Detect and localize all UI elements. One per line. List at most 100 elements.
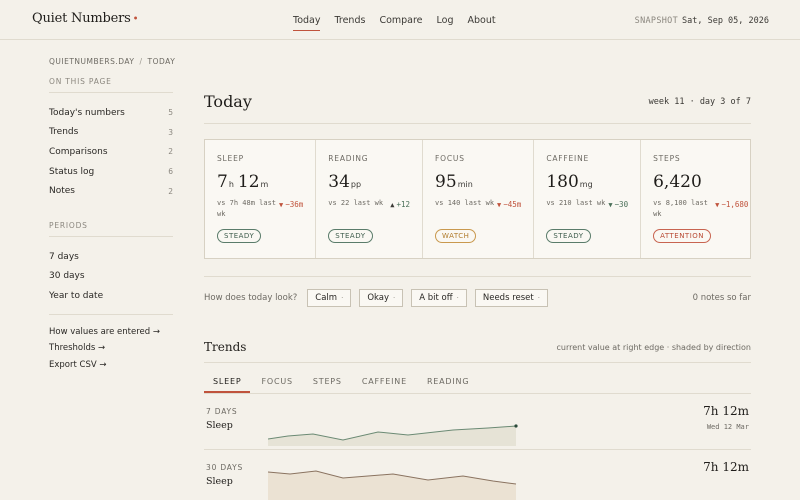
metric-value: 7h 12m <box>217 172 303 192</box>
sparkline-7-days <box>268 424 518 446</box>
trend-row-7-days: 7 DAYS Sleep 7h 12m Wed 12 Mar <box>204 394 751 450</box>
metric-label: FOCUS <box>435 154 465 163</box>
sidebar-item-count: 3 <box>168 127 173 137</box>
trends-title: Trends <box>204 340 247 354</box>
sparkline-endpoint <box>514 424 518 428</box>
arrow-down-icon: ▼ <box>608 201 613 209</box>
metric-delta: ▼ −36m <box>279 200 303 209</box>
period-year-to-date[interactable]: Year to date <box>49 286 173 306</box>
link-thresholds[interactable]: Thresholds → <box>49 343 173 360</box>
arrow-down-icon: ▼ <box>715 201 720 209</box>
sidebar-item-comparisons[interactable]: Comparisons 2 <box>49 142 173 162</box>
metric-card-focus[interactable]: FOCUS 95min vs 140 last wk ▼ −45m WATCH <box>423 140 535 258</box>
trend-date: Wed 12 Mar <box>706 423 749 431</box>
nav-about[interactable]: About <box>468 15 496 31</box>
tab-caffeine[interactable]: CAFFEINE <box>353 373 416 393</box>
tab-steps[interactable]: STEPS <box>304 373 351 393</box>
nav-compare[interactable]: Compare <box>379 15 422 31</box>
mood-dot: · <box>456 294 459 302</box>
period-30-days[interactable]: 30 days <box>49 267 173 287</box>
page-title: Today <box>204 92 252 111</box>
page-title-row: Today week 11 · day 3 of 7 <box>204 92 751 124</box>
metric-number: 12 <box>237 172 260 192</box>
tab-sleep[interactable]: SLEEP <box>204 373 251 393</box>
trend-period: 30 DAYS <box>206 463 244 472</box>
sidebar-links: How values are entered → Thresholds → Ex… <box>49 313 173 377</box>
metric-card-reading[interactable]: READING 34pp vs 22 last wk ▲ +12 STEADY <box>316 140 424 258</box>
metric-value: 34pp <box>328 172 410 192</box>
trend-current-value: 7h 12m <box>703 404 749 418</box>
link-how-values-entered[interactable]: How values are entered → <box>49 327 173 344</box>
sidebar-item-count: 5 <box>168 108 173 118</box>
metric-vs-last-week: vs 7h 48m last wk <box>217 199 277 218</box>
main-content: Today week 11 · day 3 of 7 SLEEP 7h 12m vs … <box>204 92 751 500</box>
metric-delta-value: −1,680 <box>721 200 749 209</box>
mood-dot: · <box>393 294 396 302</box>
nav-log[interactable]: Log <box>437 15 454 31</box>
tab-reading[interactable]: READING <box>418 373 478 393</box>
mood-okay-button[interactable]: Okay · <box>359 289 404 307</box>
metric-delta-value: +12 <box>396 200 411 209</box>
status-badge: WATCH <box>435 229 477 243</box>
brand-name: Quiet Numbers <box>32 11 131 26</box>
sidebar-item-trends[interactable]: Trends 3 <box>49 123 173 143</box>
tab-focus[interactable]: FOCUS <box>252 373 301 393</box>
sidebar-item-count: 6 <box>168 167 173 177</box>
mood-label: Needs reset <box>482 293 534 303</box>
metric-number: 180 <box>546 172 579 192</box>
metric-card-caffeine[interactable]: CAFFEINE 180mg vs 210 last wk ▼ −30 STEADY <box>534 140 642 258</box>
sidebar-item-todays-numbers[interactable]: Today's numbers 5 <box>49 103 173 123</box>
snapshot-label: SNAPSHOT <box>634 16 678 26</box>
trend-name: Sleep <box>206 420 233 431</box>
nav-today[interactable]: Today <box>293 15 321 31</box>
metric-value: 180mg <box>546 172 628 192</box>
sidebar-item-label: Status log <box>49 166 95 177</box>
snapshot-date: Sat, Sep 05, 2026 <box>682 16 769 26</box>
trend-tabs: SLEEP FOCUS STEPS CAFFEINE READING <box>204 373 751 394</box>
nav-trends[interactable]: Trends <box>334 15 365 31</box>
metric-comparison: vs 8,100 last wk ▼ −1,680 <box>653 198 748 220</box>
period-7-days[interactable]: 7 days <box>49 247 173 267</box>
sidebar-item-label: Trends <box>49 127 79 138</box>
mood-bit-off-button[interactable]: A bit off · <box>411 289 467 307</box>
status-badge: STEADY <box>328 229 373 243</box>
metric-comparison: vs 7h 48m last wk ▼ −36m <box>217 198 303 220</box>
breadcrumb-site[interactable]: QUIETNUMBERS.DAY <box>49 57 135 66</box>
sidebar-item-count: 2 <box>168 147 173 157</box>
brand-logo[interactable]: Quiet Numbers • <box>32 11 139 26</box>
metric-comparison: vs 22 last wk ▲ +12 <box>328 198 410 220</box>
trends-note: current value at right edge · shaded by … <box>556 342 751 352</box>
metric-number: 6,420 <box>653 172 702 192</box>
mood-question: How does today look? <box>204 293 298 303</box>
sidebar: QUIETNUMBERS.DAY / TODAY ON THIS PAGE Toda… <box>49 57 176 377</box>
metric-label: SLEEP <box>217 154 244 163</box>
metric-delta-value: −36m <box>285 200 304 209</box>
link-export-csv[interactable]: Export CSV → <box>49 360 173 377</box>
trend-row-30-days: 30 DAYS Sleep 7h 12m <box>204 450 751 500</box>
on-this-page-heading: ON THIS PAGE <box>49 77 173 93</box>
top-bar: Quiet Numbers • Today Trends Compare Log … <box>0 0 800 40</box>
sparkline-30-days <box>268 470 517 500</box>
breadcrumb-current: TODAY <box>147 57 176 66</box>
metric-cards: SLEEP 7h 12m vs 7h 48m last wk ▼ −36m STEADY RE… <box>204 139 751 259</box>
sidebar-item-notes[interactable]: Notes 2 <box>49 181 173 201</box>
arrow-down-icon: ▼ <box>279 201 284 209</box>
metric-number: 95 <box>435 172 457 192</box>
breadcrumb: QUIETNUMBERS.DAY / TODAY <box>49 57 176 66</box>
metric-number: 34 <box>328 172 350 192</box>
trend-period: 7 DAYS <box>206 407 238 416</box>
mood-needs-reset-button[interactable]: Needs reset · <box>474 289 548 307</box>
trends-header: Trends current value at right edge · sha… <box>204 340 751 363</box>
metric-card-sleep[interactable]: SLEEP 7h 12m vs 7h 48m last wk ▼ −36m STEADY <box>205 140 317 258</box>
metric-vs-last-week: vs 22 last wk <box>328 199 384 207</box>
mood-label: A bit off <box>419 293 453 303</box>
sidebar-item-status-log[interactable]: Status log 6 <box>49 162 173 182</box>
metric-delta: ▼ −1,680 <box>715 200 748 209</box>
metric-vs-last-week: vs 210 last wk <box>546 199 606 207</box>
metric-vs-last-week: vs 140 last wk <box>435 199 495 207</box>
metric-card-steps[interactable]: STEPS 6,420 vs 8,100 last wk ▼ −1,680 ATTENTI… <box>641 140 760 258</box>
snapshot-info: SNAPSHOT Sat, Sep 05, 2026 <box>635 16 769 26</box>
sparkline-area <box>268 471 516 500</box>
mood-calm-button[interactable]: Calm · <box>307 289 352 307</box>
sidebar-item-label: Notes <box>49 186 75 197</box>
